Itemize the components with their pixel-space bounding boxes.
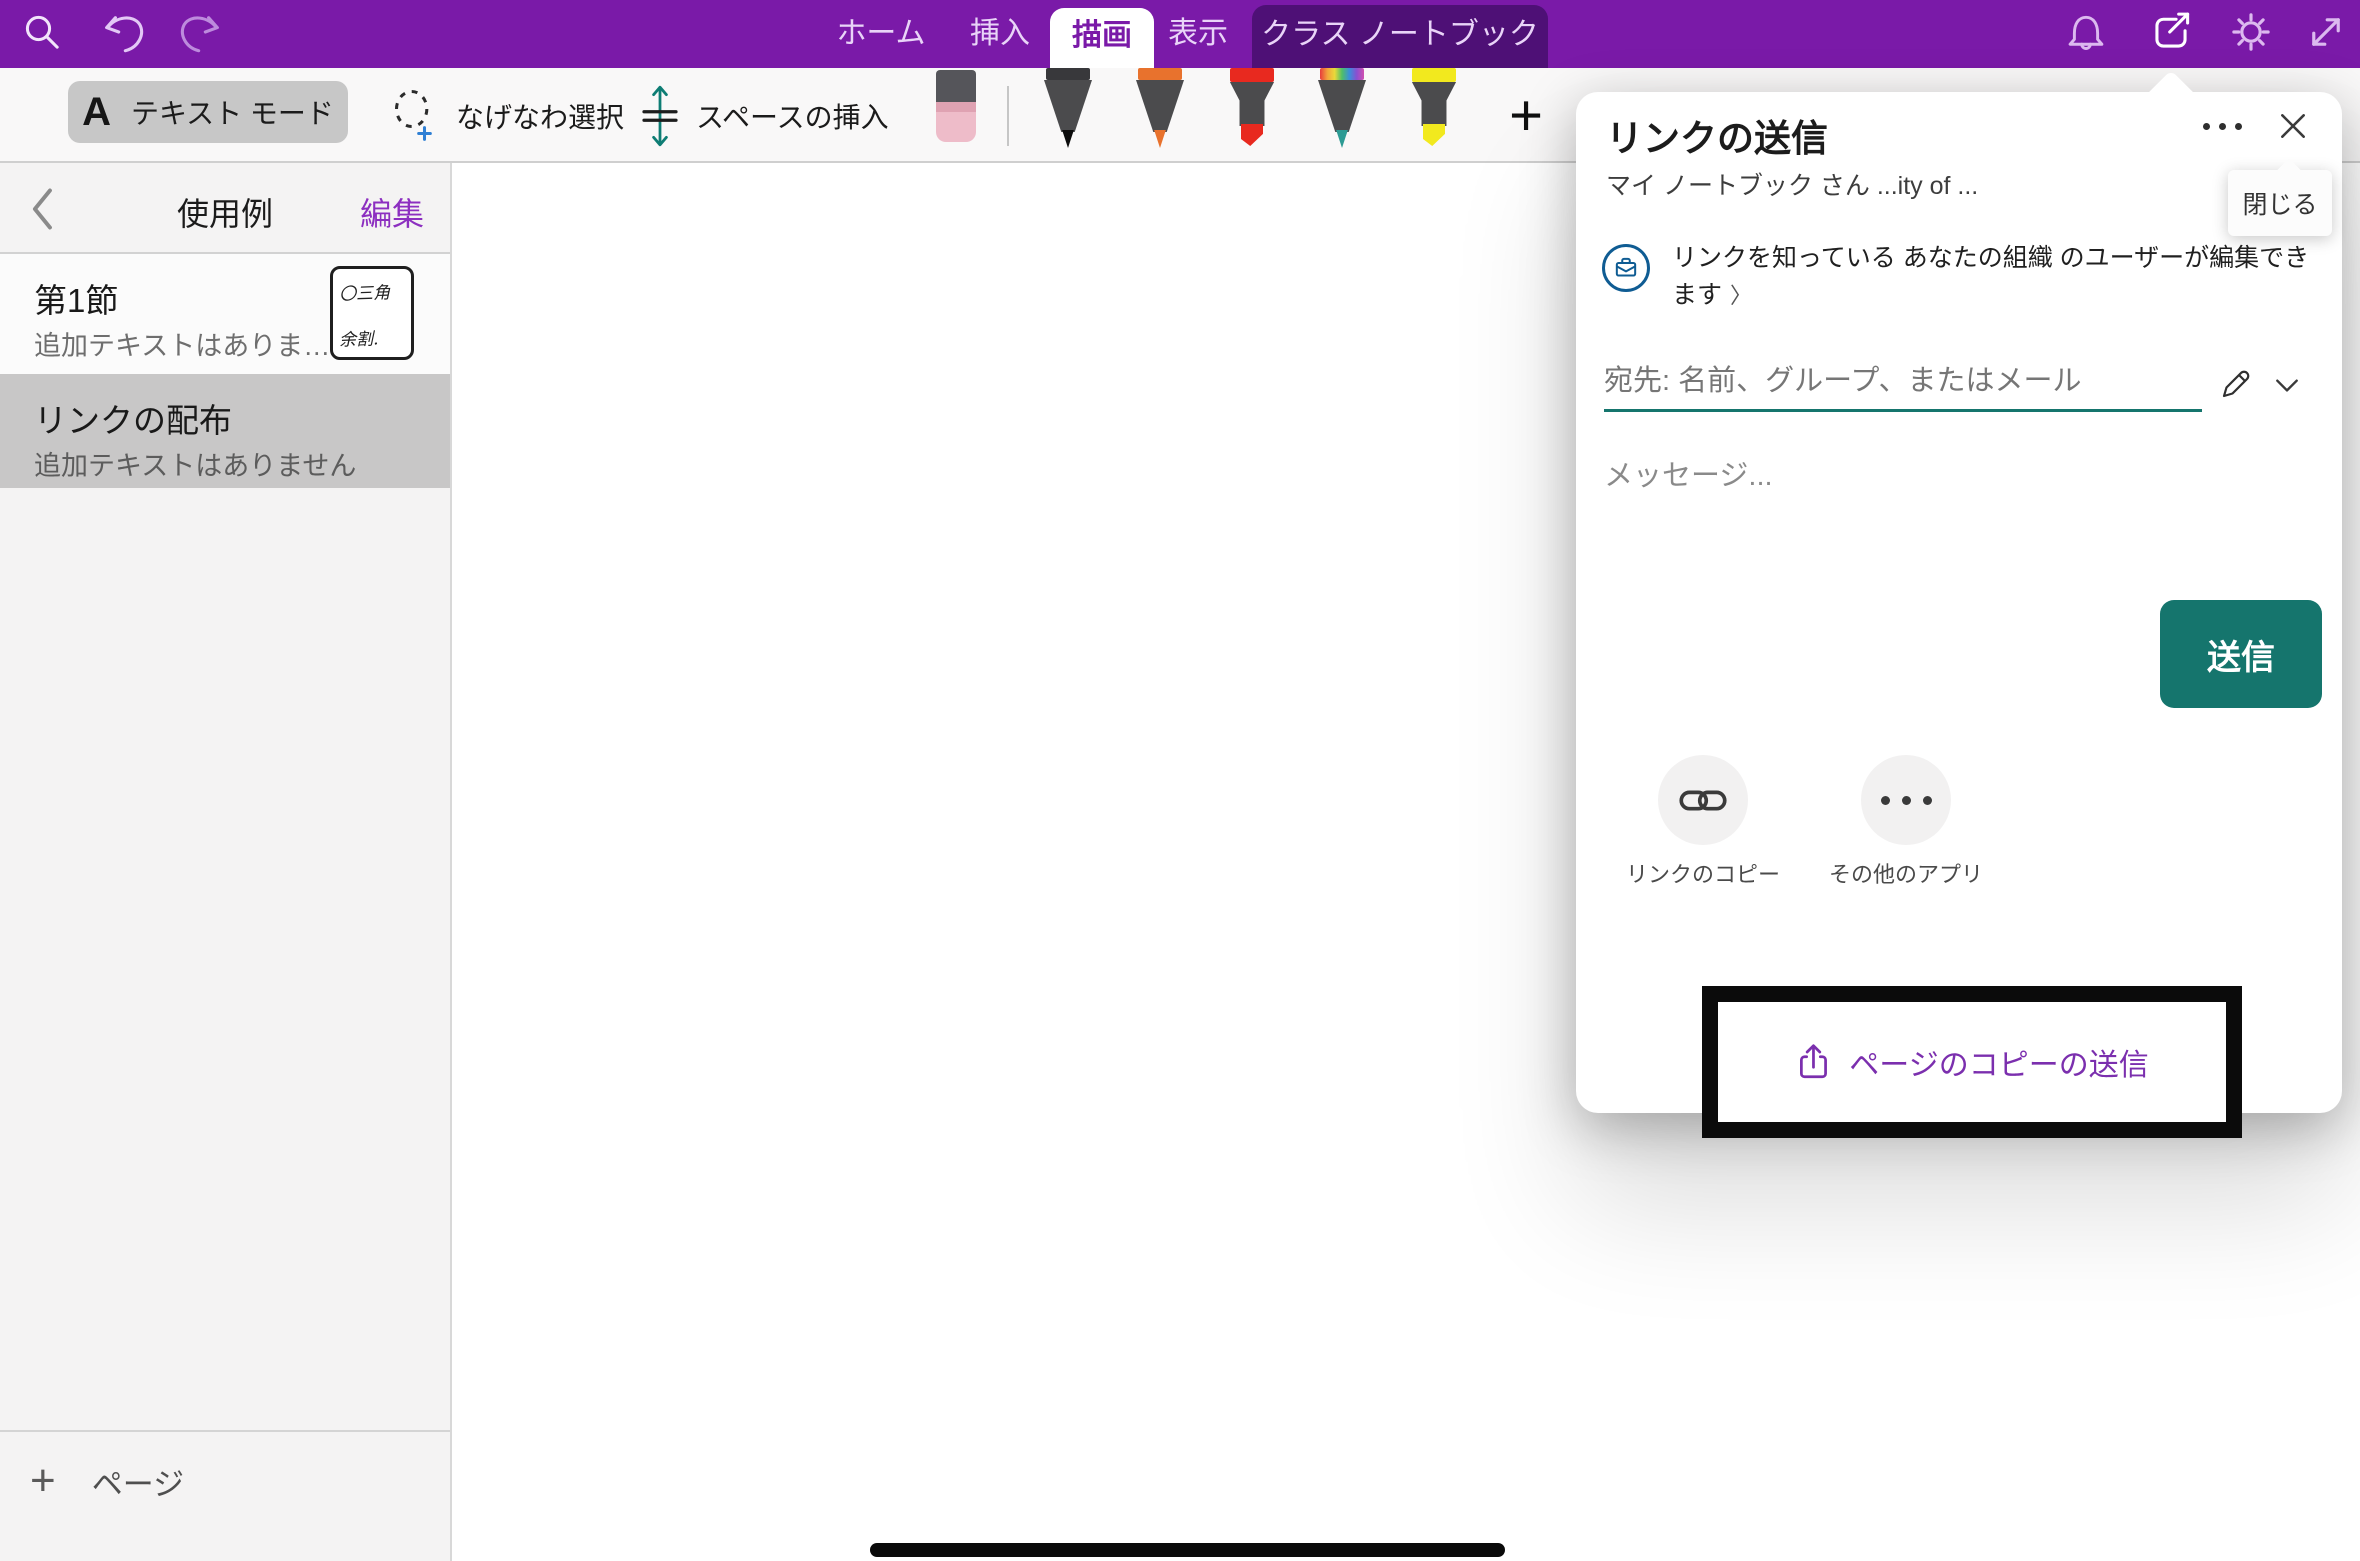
- send-link-dialog: リンクの送信 マイ ノートブック さん ...ity of ... 閉じる: [1576, 92, 2342, 1113]
- expand-icon: [2304, 10, 2348, 54]
- onenote-app: ホーム 挿入 描画 表示 クラス ノートブック: [0, 0, 2360, 1561]
- page-list-sidebar: 使用例 編集 第1節 追加テキストはありま… 〇三角 余割. リンクの配布 追加…: [0, 163, 452, 1561]
- page-list-item-selected[interactable]: リンクの配布 追加テキストはありません: [0, 374, 450, 488]
- tab-draw-active[interactable]: 描画: [1050, 8, 1154, 68]
- redo-button[interactable]: [178, 8, 226, 56]
- page-thumbnail: 〇三角 余割.: [330, 266, 414, 360]
- section-title: 使用例: [120, 189, 330, 235]
- tab-insert[interactable]: 挿入: [950, 0, 1050, 68]
- page-subtitle: 追加テキストはありま…: [34, 324, 330, 363]
- search-icon: [21, 11, 63, 53]
- tab-home[interactable]: ホーム: [826, 0, 936, 68]
- eraser-tool[interactable]: [936, 70, 976, 142]
- tab-view-label: 表示: [1168, 17, 1228, 50]
- pencil-icon: [2218, 366, 2254, 402]
- upload-share-icon: [1795, 1042, 1833, 1082]
- lasso-select-button[interactable]: なげなわ選択: [388, 68, 624, 163]
- pen-divider: [1007, 86, 1009, 146]
- eraser-rubber: [936, 102, 976, 142]
- copy-link-button[interactable]: [1658, 755, 1748, 845]
- tab-view[interactable]: 表示: [1148, 0, 1248, 68]
- permission-dropdown-button[interactable]: [2266, 364, 2308, 406]
- plus-icon: +: [30, 1456, 56, 1506]
- add-pen-label: +: [1509, 82, 1543, 149]
- text-mode-label: テキスト モード: [131, 92, 334, 132]
- undo-button[interactable]: [98, 8, 146, 56]
- edit-button[interactable]: 編集: [360, 189, 424, 235]
- top-app-bar: ホーム 挿入 描画 表示 クラス ノートブック: [0, 0, 2360, 68]
- message-input[interactable]: [1604, 450, 2304, 502]
- permission-text: リンクを知っている あなたの組織 のユーザーが編集できます: [1672, 244, 2309, 309]
- add-pen-button[interactable]: +: [1496, 78, 1556, 153]
- tab-class-notebook-label: クラス ノートブック: [1261, 18, 1539, 51]
- copy-link-label: リンクのコピー: [1593, 857, 1813, 889]
- edit-permission-button[interactable]: [2212, 360, 2260, 408]
- fullscreen-button[interactable]: [2302, 8, 2350, 56]
- share-icon: [2148, 9, 2194, 55]
- page-list-item[interactable]: 第1節 追加テキストはありま… 〇三角 余割.: [0, 254, 450, 374]
- insert-space-button[interactable]: スペースの挿入: [640, 68, 889, 163]
- eraser-top: [936, 70, 976, 102]
- chevron-left-icon: [30, 187, 56, 231]
- black-pen-tool[interactable]: [1044, 68, 1092, 152]
- dialog-subtitle: マイ ノートブック さん ...ity of ...: [1606, 166, 1978, 202]
- sidebar-footer: + ページ: [0, 1430, 450, 1561]
- notifications-button[interactable]: [2062, 8, 2110, 56]
- insert-space-icon: [640, 84, 680, 148]
- recipient-input[interactable]: [1604, 354, 2202, 412]
- send-page-copy-button[interactable]: ページのコピーの送信: [1795, 1040, 2148, 1084]
- text-mode-icon: A: [82, 90, 111, 135]
- yellow-highlighter-tool[interactable]: [1410, 68, 1458, 152]
- lasso-icon: [388, 88, 440, 144]
- close-dialog-button[interactable]: [2268, 102, 2318, 150]
- organization-briefcase-icon: [1602, 244, 1650, 292]
- more-options-button[interactable]: [2196, 102, 2248, 150]
- rainbow-pen-tool[interactable]: [1318, 68, 1366, 152]
- orange-pen-tool[interactable]: [1136, 68, 1184, 152]
- redo-icon: [180, 10, 224, 54]
- undo-icon: [100, 10, 144, 54]
- home-indicator[interactable]: [870, 1543, 1505, 1557]
- send-button[interactable]: 送信: [2160, 600, 2322, 708]
- thumbnail-handwriting-line2: 余割.: [339, 324, 379, 350]
- close-icon: [2277, 110, 2309, 142]
- chevron-down-icon: [2273, 371, 2301, 399]
- ellipsis-icon: [1881, 796, 1932, 805]
- settings-button[interactable]: [2227, 8, 2275, 56]
- lasso-select-label: なげなわ選択: [456, 96, 624, 136]
- send-page-copy-label: ページのコピーの送信: [1849, 1040, 2148, 1084]
- add-page-button[interactable]: + ページ: [30, 1456, 184, 1506]
- search-button[interactable]: [18, 8, 66, 56]
- send-button-label: 送信: [2207, 630, 2275, 679]
- dots-icon: [2203, 123, 2210, 130]
- close-tooltip-label: 閉じる: [2242, 185, 2317, 221]
- tab-draw-label: 描画: [1072, 19, 1132, 52]
- page-title: 第1節: [34, 274, 118, 322]
- annotation-highlight-box: ページのコピーの送信: [1702, 986, 2242, 1138]
- page-subtitle: 追加テキストはありません: [34, 444, 356, 483]
- more-apps-button[interactable]: [1861, 755, 1951, 845]
- sidebar-header: 使用例 編集: [0, 163, 450, 254]
- chevron-right-icon: 〉: [1730, 283, 1752, 308]
- insert-space-label: スペースの挿入: [696, 96, 889, 136]
- gear-icon: [2229, 10, 2273, 54]
- tab-class-notebook[interactable]: クラス ノートブック: [1252, 5, 1548, 68]
- thumbnail-handwriting-line1: 〇三角: [339, 278, 391, 305]
- share-button[interactable]: [2147, 8, 2195, 56]
- add-page-label: ページ: [92, 1459, 184, 1504]
- bell-icon: [2064, 10, 2108, 54]
- page-title: リンクの配布: [34, 394, 232, 442]
- link-permission-text: リンクを知っている あなたの組織 のユーザーが編集できます〉: [1672, 240, 2320, 314]
- back-button[interactable]: [30, 185, 74, 233]
- link-icon: [1678, 783, 1728, 817]
- more-apps-label: その他のアプリ: [1796, 857, 2016, 889]
- text-mode-button[interactable]: A テキスト モード: [68, 81, 348, 143]
- dialog-title: リンクの送信: [1606, 108, 1828, 162]
- tab-home-label: ホーム: [836, 17, 925, 50]
- tab-insert-label: 挿入: [970, 17, 1030, 50]
- close-tooltip: 閉じる: [2228, 170, 2332, 236]
- red-highlighter-tool[interactable]: [1228, 68, 1276, 152]
